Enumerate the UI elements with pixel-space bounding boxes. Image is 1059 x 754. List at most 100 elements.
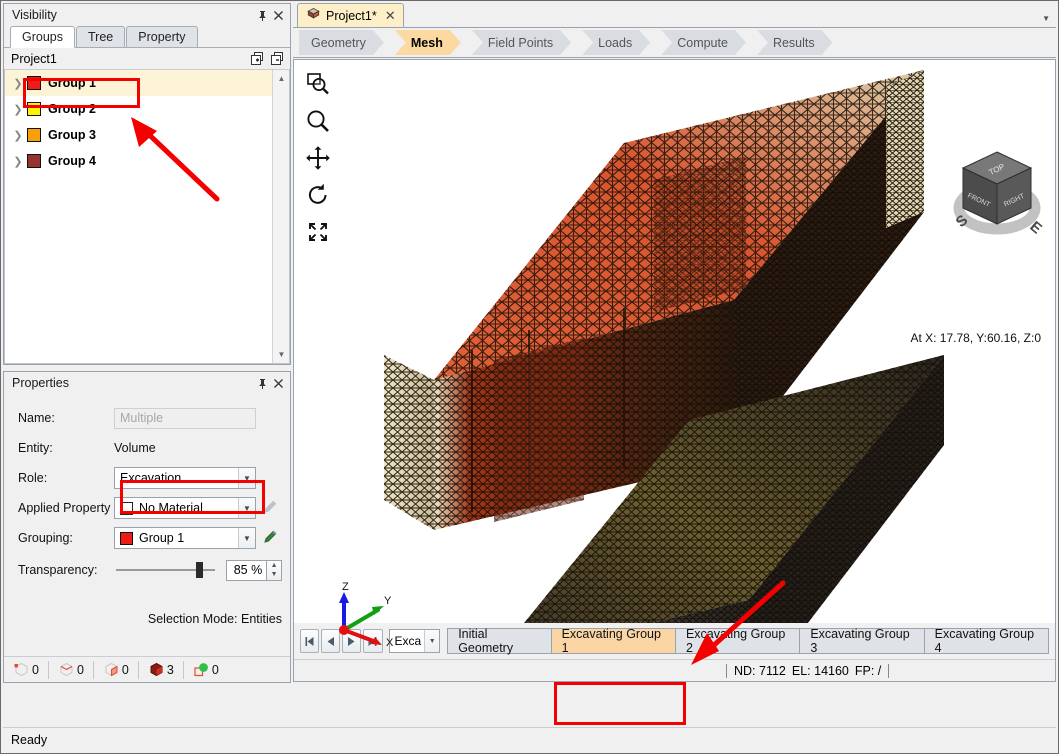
collapse-all-icon[interactable] — [268, 50, 286, 68]
role-dropdown[interactable]: Excavation ▼ — [114, 467, 256, 489]
step-results[interactable]: Results — [757, 30, 833, 55]
project-name-label: Project1 — [11, 52, 246, 66]
role-value: Excavation — [120, 471, 238, 485]
zoom-tool[interactable] — [300, 105, 336, 137]
expand-arrow-icon[interactable]: ❯ — [9, 77, 27, 90]
property-row-role: Role: Excavation ▼ — [18, 463, 282, 493]
selection-count-bar: 0 0 0 — [4, 656, 290, 682]
count-value: 0 — [77, 663, 84, 677]
close-icon[interactable] — [270, 375, 286, 391]
property-row-name: Name: Multiple — [18, 403, 282, 433]
tree-item-group-1[interactable]: ❯ Group 1 — [5, 70, 272, 96]
grouping-color-swatch — [120, 532, 133, 545]
count-faces[interactable]: 0 — [94, 661, 139, 679]
navigation-cube[interactable]: TOP FRONT RIGHT S E — [951, 146, 1043, 249]
count-value: 0 — [122, 663, 129, 677]
close-icon[interactable]: ✕ — [385, 8, 396, 24]
properties-form: Name: Multiple Entity: Volume Role: Exca… — [4, 394, 290, 656]
count-edges[interactable]: 0 — [49, 661, 94, 679]
tree-item-label: Group 2 — [48, 102, 96, 116]
stage-excavating-group-4[interactable]: Excavating Group 4 — [925, 629, 1048, 653]
selection-mode-label: Selection Mode: Entities — [148, 612, 282, 626]
expand-arrow-icon[interactable]: ❯ — [9, 103, 27, 116]
step-compute[interactable]: Compute — [661, 30, 746, 55]
first-stage-button[interactable] — [300, 629, 319, 653]
field-point-count: FP: / — [855, 664, 881, 678]
tree-vertical-scrollbar[interactable]: ▲ ▼ — [272, 70, 289, 363]
group-icon — [193, 661, 210, 678]
close-icon[interactable] — [270, 7, 286, 23]
application-window: Visibility Groups Tree Property — [0, 0, 1059, 754]
tree-item-group-4[interactable]: ❯ Group 4 — [5, 148, 272, 174]
edit-applied-property-icon[interactable] — [263, 499, 278, 517]
scroll-up-icon[interactable]: ▲ — [273, 70, 290, 87]
expand-all-icon[interactable] — [248, 50, 266, 68]
rotate-tool[interactable] — [300, 179, 336, 211]
expand-arrow-icon[interactable]: ❯ — [9, 155, 27, 168]
transparency-slider-thumb[interactable] — [196, 562, 203, 578]
chevron-down-icon[interactable]: ▼ — [1042, 14, 1050, 23]
axis-z-label: Z — [342, 581, 349, 593]
tree-toolbar: Project1 — [4, 48, 290, 70]
expand-arrow-icon[interactable]: ❯ — [9, 129, 27, 142]
group-tree: ❯ Group 1 ❯ Group 2 ❯ Group 3 — [4, 70, 290, 364]
step-field-points[interactable]: Field Points — [472, 30, 571, 55]
zoom-window-tool[interactable] — [300, 68, 336, 100]
grouping-value: Group 1 — [139, 531, 184, 545]
chevron-down-icon[interactable]: ▼ — [238, 528, 255, 548]
document-tabbar: Project1* ✕ ▼ — [293, 3, 1056, 28]
step-geometry[interactable]: Geometry — [299, 30, 384, 55]
edit-grouping-icon[interactable] — [263, 529, 278, 547]
status-text: Ready — [11, 733, 47, 747]
chevron-down-icon[interactable]: ▼ — [238, 498, 255, 518]
stage-excavating-group-3[interactable]: Excavating Group 3 — [800, 629, 924, 653]
transparency-stepper[interactable]: ▲ ▼ — [267, 560, 282, 581]
vertex-icon — [13, 661, 30, 678]
chevron-down-icon[interactable]: ▼ — [424, 630, 439, 652]
stage-list: Initial Geometry Excavating Group 1 Exca… — [447, 628, 1049, 654]
tree-item-label: Group 4 — [48, 154, 96, 168]
name-field[interactable]: Multiple — [114, 408, 256, 429]
grouping-label: Grouping: — [18, 531, 114, 545]
3d-viewport[interactable]: TOP FRONT RIGHT S E At X: 17.78, Y:60.16… — [293, 59, 1056, 682]
stage-selector-dropdown[interactable]: Exca ▼ — [389, 629, 441, 653]
tab-tree[interactable]: Tree — [76, 26, 125, 47]
group-color-swatch — [27, 76, 41, 90]
axis-triad: Z Y X — [322, 578, 396, 653]
edge-icon — [58, 661, 75, 678]
axis-x-label: X — [386, 637, 394, 649]
tree-item-group-3[interactable]: ❯ Group 3 — [5, 122, 272, 148]
property-row-grouping: Grouping: Group 1 ▼ — [18, 523, 282, 553]
applied-property-checkbox[interactable] — [120, 502, 133, 515]
count-vertices[interactable]: 0 — [4, 661, 49, 679]
left-dock-column: Visibility Groups Tree Property — [3, 3, 291, 751]
scroll-down-icon[interactable]: ▼ — [273, 346, 290, 363]
pin-icon[interactable] — [254, 7, 270, 23]
stepper-up-icon[interactable]: ▲ — [271, 562, 278, 569]
pin-icon[interactable] — [254, 375, 270, 391]
group-color-swatch — [27, 102, 41, 116]
step-loads[interactable]: Loads — [582, 30, 650, 55]
applied-property-dropdown[interactable]: No Material ▼ — [114, 497, 256, 519]
node-count: ND: 7112 — [734, 664, 786, 678]
axis-y-label: Y — [384, 595, 392, 607]
chevron-down-icon[interactable]: ▼ — [238, 468, 255, 488]
tab-groups[interactable]: Groups — [10, 26, 75, 48]
tree-item-group-2[interactable]: ❯ Group 2 — [5, 96, 272, 122]
count-groups[interactable]: 0 — [184, 661, 228, 679]
pan-tool[interactable] — [300, 142, 336, 174]
grouping-dropdown[interactable]: Group 1 ▼ — [114, 527, 256, 549]
transparency-value[interactable]: 85 % — [226, 560, 267, 581]
transparency-slider[interactable] — [116, 569, 215, 571]
document-tab-project1[interactable]: Project1* ✕ — [297, 3, 404, 27]
tab-property[interactable]: Property — [126, 26, 197, 47]
stage-initial-geometry[interactable]: Initial Geometry — [448, 629, 551, 653]
property-row-entity: Entity: Volume — [18, 433, 282, 463]
count-volumes[interactable]: 3 — [139, 661, 184, 679]
stage-excavating-group-1[interactable]: Excavating Group 1 — [552, 629, 676, 653]
stepper-down-icon[interactable]: ▼ — [271, 571, 278, 578]
stage-excavating-group-2[interactable]: Excavating Group 2 — [676, 629, 800, 653]
step-mesh[interactable]: Mesh — [395, 30, 461, 55]
fit-all-tool[interactable] — [300, 216, 336, 248]
count-value: 3 — [167, 663, 174, 677]
